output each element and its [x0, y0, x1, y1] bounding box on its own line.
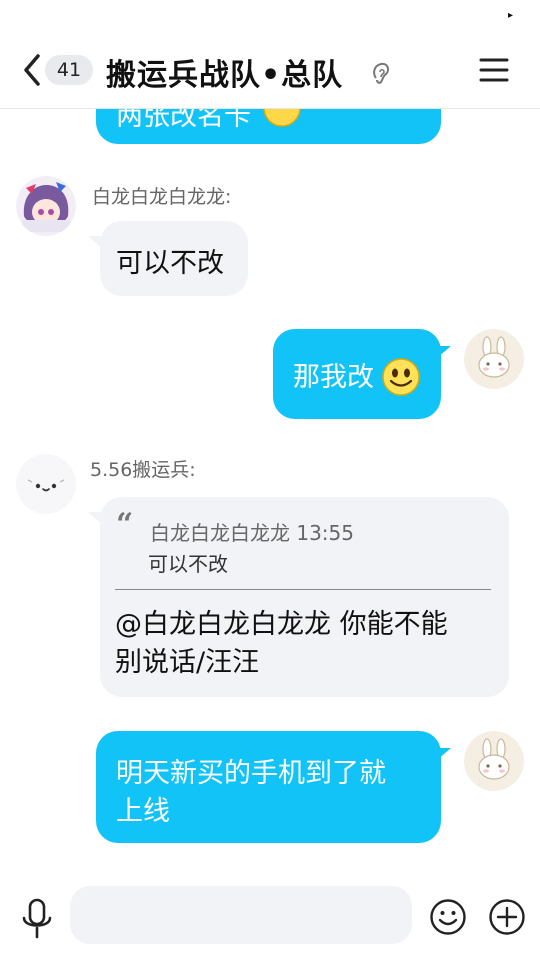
chat-header: 41 搬运兵战队•总队: [0, 30, 540, 109]
message-text: 两张改名卡: [116, 108, 251, 132]
avatar[interactable]: [16, 176, 76, 236]
quote-divider: [115, 589, 491, 590]
message-list[interactable]: 两张改名卡 白龙白龙白龙龙: 可以不改 那我改 5.56搬运兵: “ 白龙白龙白…: [0, 108, 540, 870]
smile-emoji-icon: [263, 108, 301, 127]
smile-emoji-icon: [382, 358, 420, 396]
sender-name: 5.56搬运兵:: [90, 459, 196, 481]
avatar-self[interactable]: [464, 329, 524, 389]
message-text: 明天新买的手机到了就: [116, 758, 386, 789]
microphone-icon[interactable]: [20, 898, 54, 940]
status-indicator: ▸: [508, 10, 514, 21]
sender-name: 白龙白龙白龙龙:: [92, 186, 232, 208]
message-bubble-incoming[interactable]: “ 白龙白龙白龙龙 13:55 可以不改 @白龙白龙白龙龙 你能不能 别说话/汪…: [100, 497, 509, 697]
group-title[interactable]: 搬运兵战队•总队: [106, 50, 343, 94]
quote-text: 可以不改: [148, 552, 228, 576]
plus-icon[interactable]: [488, 898, 526, 936]
chevron-left-icon[interactable]: [18, 52, 48, 88]
message-bubble-incoming[interactable]: 可以不改: [100, 221, 248, 296]
ear-icon[interactable]: [370, 60, 392, 86]
message-bubble-outgoing[interactable]: 两张改名卡: [96, 108, 441, 144]
hamburger-menu-icon[interactable]: [478, 56, 510, 84]
message-text: 可以不改: [116, 248, 224, 279]
message-bubble-outgoing[interactable]: 明天新买的手机到了就 上线: [96, 731, 441, 843]
reply-line: @白龙白龙白龙龙 你能不能: [115, 609, 448, 640]
message-text: 上线: [116, 796, 170, 827]
emoji-icon[interactable]: [429, 898, 467, 936]
reply-line: 别说话/汪汪: [115, 647, 260, 678]
input-bar: [0, 870, 540, 960]
message-bubble-outgoing[interactable]: 那我改: [273, 329, 441, 419]
status-bar: ▸: [0, 0, 540, 30]
unread-count-badge[interactable]: 41: [45, 55, 93, 85]
quote-mark-icon: “: [116, 507, 134, 542]
message-text: 那我改: [293, 362, 374, 393]
avatar[interactable]: [16, 454, 76, 514]
quote-header: 白龙白龙白龙龙 13:55: [150, 521, 354, 545]
avatar-self[interactable]: [464, 731, 524, 791]
message-input[interactable]: [70, 886, 412, 944]
